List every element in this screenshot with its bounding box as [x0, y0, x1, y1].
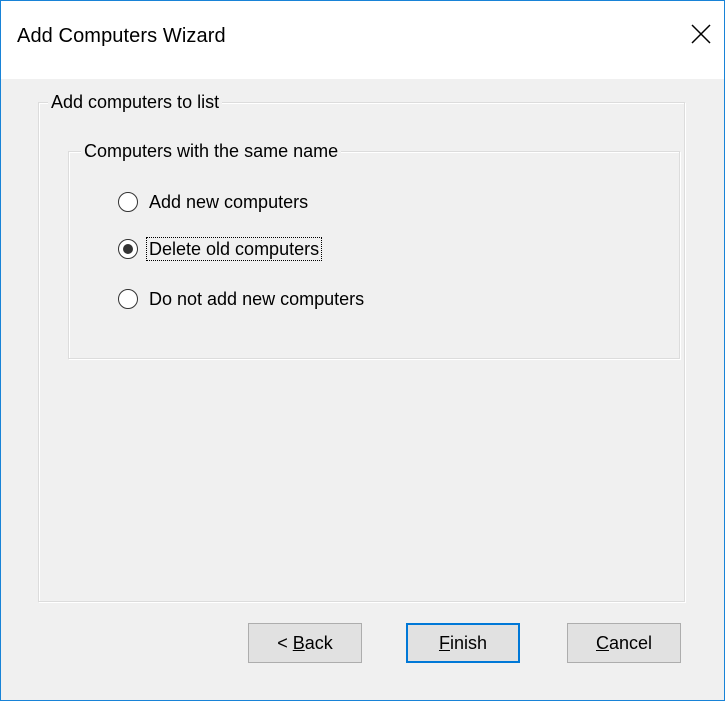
finish-button-mnemonic: F: [438, 632, 450, 653]
radio-label-do-not-add: Do not add new computers: [149, 289, 365, 309]
cancel-button-rest: ancel: [608, 632, 653, 653]
radio-label-add-new: Add new computers: [149, 192, 309, 212]
finish-button[interactable]: Finish: [406, 623, 520, 663]
radio-add-new-computers[interactable]: Add new computers: [118, 189, 310, 215]
back-button-mnemonic: B: [292, 632, 305, 653]
radio-label-delete-old: Delete old computers: [145, 237, 323, 261]
radio-button-delete-old[interactable]: [118, 239, 138, 259]
window-title: Add Computers Wizard: [17, 25, 226, 47]
same-name-group-label: Computers with the same name: [81, 140, 342, 162]
back-button-rest: ack: [304, 632, 333, 653]
radio-do-not-add-new[interactable]: Do not add new computers: [118, 286, 366, 312]
add-computers-group-label: Add computers to list: [48, 91, 223, 113]
close-icon: [691, 24, 711, 44]
radio-button-add-new[interactable]: [118, 192, 138, 212]
back-button-prefix: <: [277, 632, 293, 653]
cancel-button[interactable]: Cancel: [567, 623, 681, 663]
back-button[interactable]: < Back: [248, 623, 362, 663]
finish-button-rest: inish: [449, 632, 488, 653]
dialog-client-area: Add computers to list Computers with the…: [1, 79, 724, 700]
cancel-button-mnemonic: C: [595, 632, 609, 653]
close-button[interactable]: [678, 9, 724, 55]
radio-delete-old-computers[interactable]: Delete old computers: [118, 236, 323, 262]
title-bar[interactable]: Add Computers Wizard: [1, 1, 724, 79]
wizard-window: Add Computers Wizard Add computers to li…: [0, 0, 725, 701]
radio-button-do-not-add[interactable]: [118, 289, 138, 309]
